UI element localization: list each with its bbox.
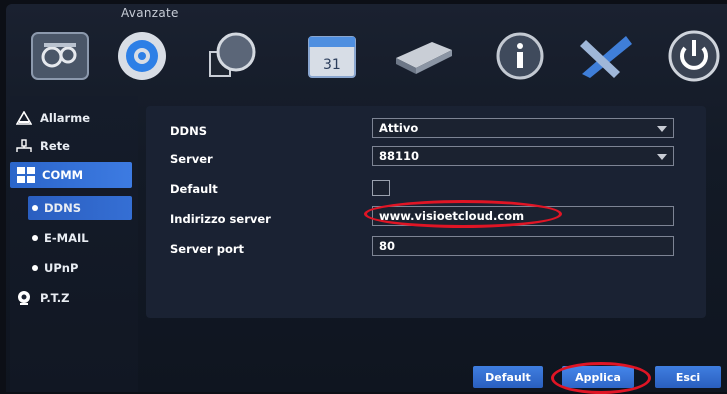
hdd-icon[interactable] [392, 24, 456, 88]
sidebar-item-comm[interactable]: COMM [10, 162, 132, 188]
advanced-settings-icon[interactable] [28, 24, 92, 88]
sidebar-item-label: UPnP [44, 261, 79, 275]
sidebar-item-label: COMM [42, 168, 84, 182]
power-icon[interactable] [662, 24, 726, 88]
server-port-value: 80 [379, 239, 396, 253]
server-address-label: Indirizzo server [170, 212, 271, 226]
sidebar-item-email[interactable]: E-MAIL [28, 226, 132, 250]
main-toolbar: 31 [14, 24, 727, 96]
exit-button[interactable]: Esci [655, 366, 721, 388]
chevron-down-icon [657, 154, 667, 160]
ddns-select-value: Attivo [379, 121, 419, 135]
server-select-value: 88110 [379, 149, 420, 163]
window-title: Avanzate [121, 6, 179, 20]
sidebar-item-ddns[interactable]: DDNS [28, 196, 132, 220]
disk-icon[interactable] [200, 24, 264, 88]
gear-icon[interactable] [110, 24, 174, 88]
tools-icon[interactable] [574, 24, 638, 88]
default-label: Default [170, 182, 218, 196]
server-port-label: Server port [170, 242, 245, 256]
default-button[interactable]: Default [473, 366, 543, 388]
svg-text:31: 31 [323, 57, 341, 73]
network-icon [14, 137, 34, 155]
info-icon[interactable] [488, 24, 552, 88]
server-select[interactable]: 88110 [372, 146, 674, 166]
sidebar-item-label: E-MAIL [44, 231, 89, 245]
sidebar-item-label: P.T.Z [40, 291, 70, 305]
default-checkbox[interactable] [372, 180, 390, 196]
settings-sidebar: Allarme Rete COMM DDNS E-MAIL UPnP P.T.Z [10, 96, 138, 392]
comm-grid-icon [16, 166, 36, 184]
apply-highlight-oval [551, 362, 651, 394]
server-port-input[interactable]: 80 [372, 236, 674, 256]
calendar-icon[interactable]: 31 [300, 24, 364, 88]
bullet-icon [32, 265, 38, 271]
alarm-icon [14, 109, 34, 127]
camera-icon [14, 289, 34, 307]
address-highlight-oval [364, 200, 562, 228]
chevron-down-icon [657, 126, 667, 132]
sidebar-item-rete[interactable]: Rete [14, 134, 134, 158]
ddns-label: DDNS [170, 124, 207, 138]
sidebar-item-upnp[interactable]: UPnP [28, 256, 132, 280]
sidebar-item-allarme[interactable]: Allarme [14, 106, 134, 130]
bullet-icon [32, 235, 38, 241]
ddns-select[interactable]: Attivo [372, 118, 674, 138]
sidebar-item-label: Rete [40, 139, 70, 153]
sidebar-item-label: Allarme [40, 111, 90, 125]
server-label: Server [170, 152, 213, 166]
bullet-icon [32, 205, 38, 211]
sidebar-item-ptz[interactable]: P.T.Z [14, 286, 134, 310]
sidebar-item-label: DDNS [44, 201, 81, 215]
